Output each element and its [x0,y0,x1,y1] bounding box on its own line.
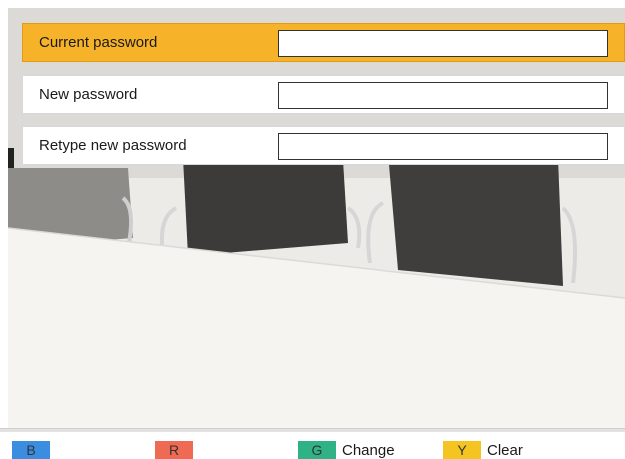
retype-password-label: Retype new password [39,137,187,154]
current-password-row[interactable]: Current password [22,23,625,62]
blue-key-icon: B [12,441,50,459]
current-password-field[interactable] [278,30,608,57]
red-key-hint[interactable]: R [155,441,199,459]
green-key-icon: G [298,441,336,459]
red-key-icon: R [155,441,193,459]
new-password-row[interactable]: New password [22,75,625,114]
remote-key-guide: B R G Change Y Clear [0,428,625,459]
yellow-key-hint[interactable]: Y Clear [443,441,523,459]
current-password-label: Current password [39,34,158,51]
meeting-room-image [8,8,625,428]
retype-password-field[interactable] [278,133,608,160]
guide-divider [0,429,625,432]
blue-key-hint[interactable]: B [12,441,56,459]
camera-video-background [8,8,625,428]
yellow-key-icon: Y [443,441,481,459]
password-settings-screen: Current password New password Retype new… [0,0,625,459]
change-key-label: Change [342,442,395,459]
retype-password-row[interactable]: Retype new password [22,126,625,165]
green-key-hint[interactable]: G Change [298,441,395,459]
clear-key-label: Clear [487,442,523,459]
new-password-label: New password [39,86,138,103]
new-password-field[interactable] [278,82,608,109]
